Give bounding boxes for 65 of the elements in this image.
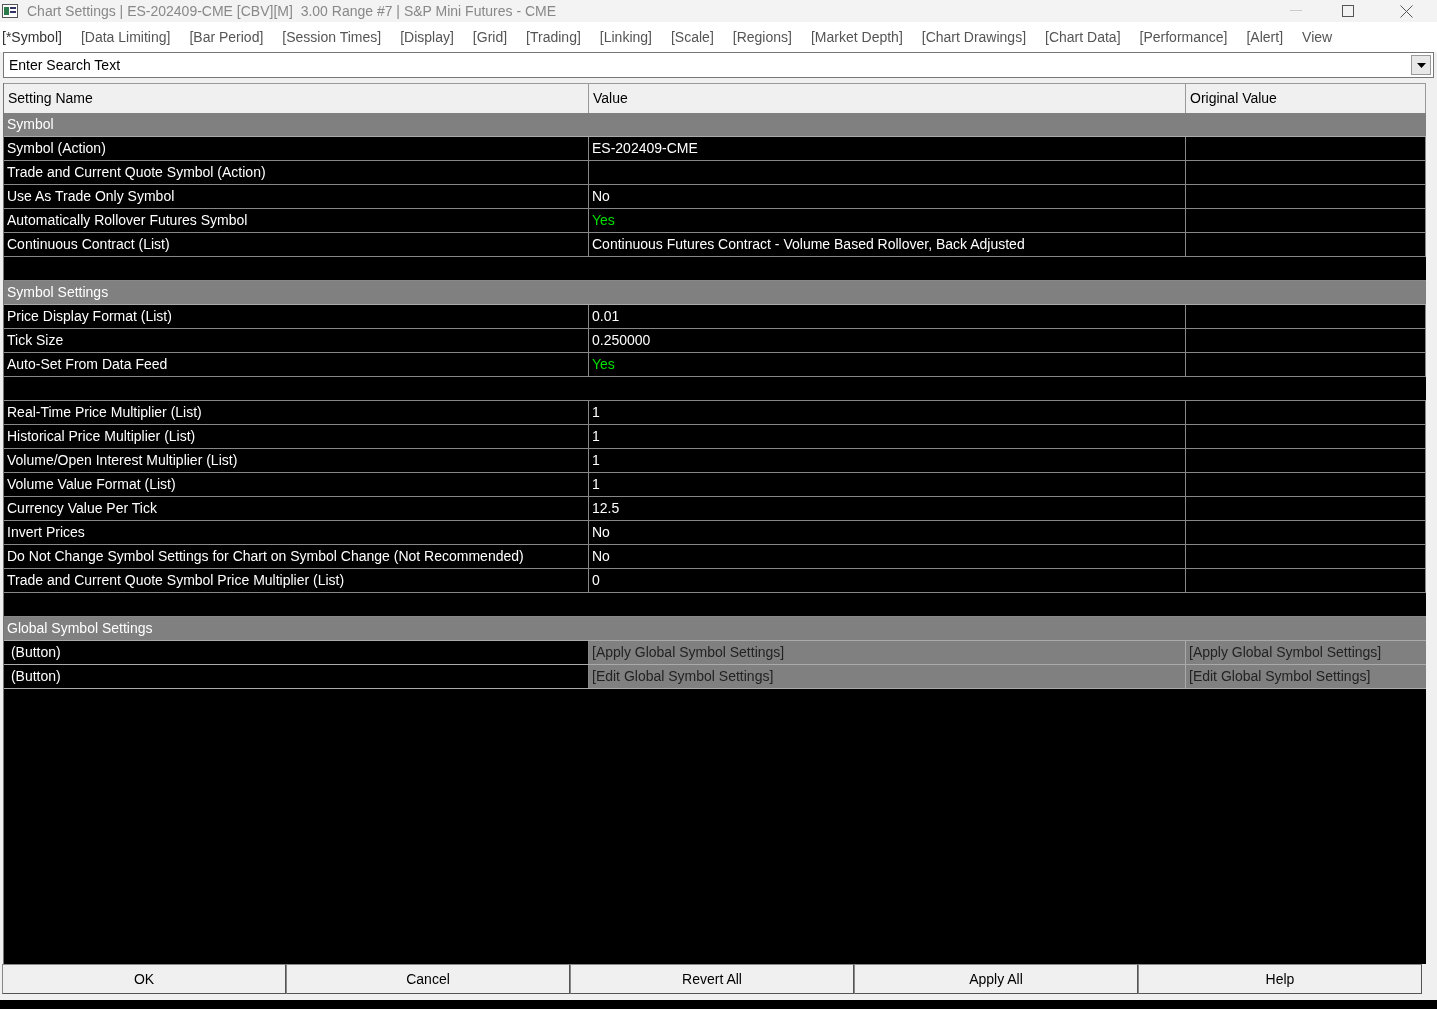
setting-name: Do Not Change Symbol Settings for Chart on Symbol Change (Not Recommended) bbox=[4, 545, 589, 568]
action-button[interactable]: [Apply Global Symbol Settings] bbox=[589, 641, 1186, 664]
setting-name: Auto-Set From Data Feed bbox=[4, 353, 589, 376]
close-icon[interactable] bbox=[1400, 4, 1413, 18]
setting-name: Symbol (Action) bbox=[4, 137, 589, 160]
setting-value[interactable]: 1 bbox=[589, 425, 1186, 448]
setting-value[interactable]: ES-202409-CME bbox=[589, 137, 1186, 160]
tab[interactable]: [Linking] bbox=[599, 26, 652, 48]
setting-value[interactable]: 1 bbox=[589, 473, 1186, 496]
action-button[interactable]: [Apply Global Symbol Settings] bbox=[1186, 641, 1426, 664]
window-title: Chart Settings | ES-202409-CME [CBV][M] 3.00 Range #7 | S&P Mini Futures - CME bbox=[27, 1, 557, 21]
caret-icon bbox=[1416, 62, 1426, 68]
setting-value[interactable]: Yes bbox=[589, 209, 1186, 232]
tab[interactable]: [Trading] bbox=[526, 26, 581, 48]
dropdown-button[interactable] bbox=[1411, 55, 1431, 75]
action-button[interactable]: [Edit Global Symbol Settings] bbox=[589, 665, 1186, 688]
tab[interactable]: [Performance] bbox=[1139, 26, 1228, 48]
maximize-icon[interactable] bbox=[1342, 5, 1354, 17]
setting-name: Historical Price Multiplier (List) bbox=[4, 425, 589, 448]
setting-value[interactable]: 0.250000 bbox=[589, 329, 1186, 352]
tab[interactable]: View bbox=[1302, 26, 1333, 48]
dialog-button[interactable]: Apply All bbox=[854, 964, 1138, 994]
tab[interactable]: [Data Limiting] bbox=[80, 26, 171, 48]
setting-name: Invert Prices bbox=[4, 521, 589, 544]
setting-value[interactable]: 1 bbox=[589, 401, 1186, 424]
tab[interactable]: [Bar Period] bbox=[189, 26, 264, 48]
tab[interactable]: [Regions] bbox=[732, 26, 792, 48]
tab[interactable]: [Display] bbox=[400, 26, 454, 48]
setting-name: Volume/Open Interest Multiplier (List) bbox=[4, 449, 589, 472]
setting-value[interactable]: 1 bbox=[589, 449, 1186, 472]
tab[interactable]: [Session Times] bbox=[282, 26, 382, 48]
setting-value[interactable]: 0 bbox=[589, 569, 1186, 592]
dialog-button[interactable]: Cancel bbox=[286, 964, 570, 994]
setting-name: Trade and Current Quote Symbol Price Multiplier (List) bbox=[4, 569, 589, 592]
setting-name: Continuous Contract (List) bbox=[4, 233, 589, 256]
tab[interactable]: [*Symbol] bbox=[2, 26, 62, 48]
setting-value[interactable]: No bbox=[589, 185, 1186, 208]
setting-name: Tick Size bbox=[4, 329, 589, 352]
setting-value[interactable]: Continuous Futures Contract - Volume Based Rollover, Back Adjusted bbox=[589, 233, 1186, 256]
dialog-button[interactable]: Revert All bbox=[570, 964, 854, 994]
section-header[interactable]: Symbol Settings bbox=[4, 281, 1426, 305]
dialog-button[interactable]: Help bbox=[1138, 964, 1422, 994]
section-header[interactable]: Symbol bbox=[4, 113, 1426, 137]
search-field[interactable]: Enter Search Text bbox=[3, 52, 1434, 78]
section-header[interactable]: Global Symbol Settings bbox=[4, 617, 1426, 641]
setting-name: Currency Value Per Tick bbox=[4, 497, 589, 520]
setting-value[interactable]: No bbox=[589, 521, 1186, 544]
tab[interactable]: [Chart Drawings] bbox=[921, 26, 1027, 48]
setting-name: Automatically Rollover Futures Symbol bbox=[4, 209, 589, 232]
setting-name: Real-Time Price Multiplier (List) bbox=[4, 401, 589, 424]
setting-value[interactable]: Yes bbox=[589, 353, 1186, 376]
tab[interactable]: [Market Depth] bbox=[810, 26, 903, 48]
setting-name: Trade and Current Quote Symbol (Action) bbox=[4, 161, 589, 184]
setting-name: Price Display Format (List) bbox=[4, 305, 589, 328]
dialog-button[interactable]: OK bbox=[2, 964, 286, 994]
tab[interactable]: [Alert] bbox=[1246, 26, 1284, 48]
tab[interactable]: [Grid] bbox=[472, 26, 508, 48]
setting-name: Volume Value Format (List) bbox=[4, 473, 589, 496]
tab[interactable]: [Chart Data] bbox=[1045, 26, 1121, 48]
setting-value[interactable]: 0.01 bbox=[589, 305, 1186, 328]
setting-value[interactable]: No bbox=[589, 545, 1186, 568]
setting-name: Use As Trade Only Symbol bbox=[4, 185, 589, 208]
tab[interactable]: [Scale] bbox=[671, 26, 714, 48]
setting-value[interactable]: 12.5 bbox=[589, 497, 1186, 520]
action-button[interactable]: [Edit Global Symbol Settings] bbox=[1186, 665, 1426, 688]
